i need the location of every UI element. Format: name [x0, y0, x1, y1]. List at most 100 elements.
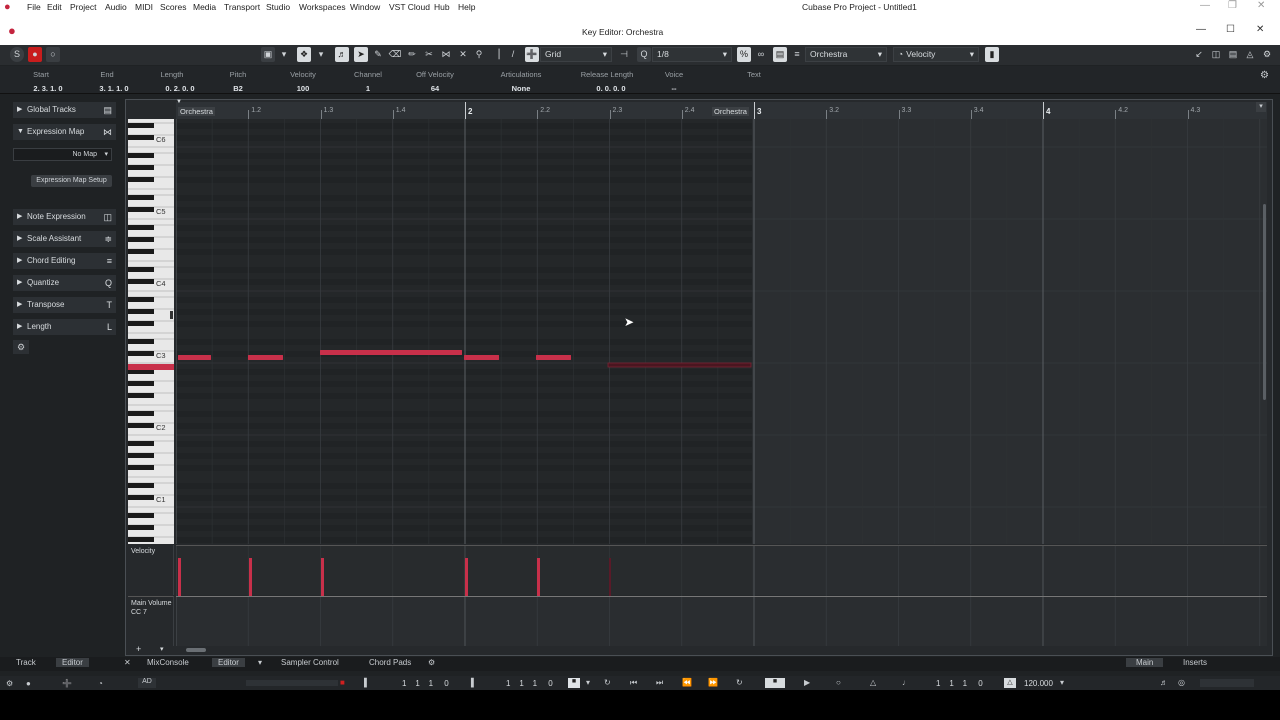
- info-value-channel[interactable]: 1: [348, 84, 388, 93]
- grid-type-select[interactable]: Grid ▾: [540, 47, 612, 62]
- record-mode-icon[interactable]: ●: [26, 679, 31, 688]
- scrollbar-thumb[interactable]: [186, 648, 206, 652]
- menu-studio[interactable]: Studio: [266, 2, 290, 12]
- menu-help[interactable]: Help: [458, 2, 475, 12]
- precount-icon[interactable]: ◔: [98, 679, 103, 688]
- time-display[interactable]: 1 1 1 0: [936, 679, 983, 688]
- tab-inserts[interactable]: Inserts: [1183, 658, 1207, 667]
- lock-icon[interactable]: ■: [568, 678, 580, 688]
- menu-workspaces[interactable]: Workspaces: [299, 2, 346, 12]
- info-value-end[interactable]: 3. 1. 1. 0: [88, 84, 140, 93]
- collapse-icon[interactable]: ↙: [1192, 47, 1206, 62]
- left-locator-position[interactable]: 1 1 1 0: [402, 679, 449, 688]
- snap-icon[interactable]: ❖: [297, 47, 311, 62]
- info-value-off-velocity[interactable]: 64: [410, 84, 460, 93]
- menu-vst-cloud[interactable]: VST Cloud: [389, 2, 430, 12]
- menu-edit[interactable]: Edit: [47, 2, 62, 12]
- note-grid[interactable]: [176, 119, 1267, 544]
- menu-window[interactable]: Window: [350, 2, 380, 12]
- link-icon[interactable]: ∞: [754, 47, 768, 62]
- stop-button[interactable]: ■: [765, 678, 785, 688]
- chevron-down-icon[interactable]: ▾: [316, 47, 326, 62]
- quantize-icon[interactable]: Q: [637, 47, 651, 62]
- settings-icon[interactable]: ⚙: [6, 679, 13, 688]
- ad-button[interactable]: AD: [138, 678, 156, 688]
- lower-zone-icon[interactable]: ▤: [1226, 47, 1240, 62]
- menu-audio[interactable]: Audio: [105, 2, 127, 12]
- chevron-down-icon[interactable]: ▾: [258, 658, 262, 667]
- horizontal-scrollbar[interactable]: + ▾: [128, 644, 1268, 654]
- info-value-release-length[interactable]: 0. 0. 0. 0: [582, 84, 640, 93]
- audio-performance-icon[interactable]: ♬: [1160, 678, 1168, 687]
- gear-icon[interactable]: ⚙: [428, 658, 435, 667]
- bars-icon[interactable]: ▮: [985, 47, 999, 62]
- minimize-icon[interactable]: —: [1200, 0, 1210, 11]
- menu-media[interactable]: Media: [193, 2, 216, 12]
- close-icon[interactable]: ✕: [1257, 0, 1265, 11]
- right-zone-icon[interactable]: ◬: [1243, 47, 1257, 62]
- right-locator-icon[interactable]: ▐: [468, 678, 474, 687]
- tab-mixconsole[interactable]: MixConsole: [147, 658, 189, 667]
- cc-lane-header[interactable]: Main Volume CC 7: [128, 596, 174, 646]
- acoustic-feedback-icon[interactable]: ○: [46, 47, 60, 62]
- auto-scroll-icon[interactable]: ▣: [261, 47, 275, 62]
- pointer-tool-icon[interactable]: ➤: [354, 47, 368, 62]
- chord-editing-section[interactable]: ▶ Chord Editing ≡: [13, 253, 116, 269]
- speaker-icon[interactable]: ♬: [335, 47, 349, 62]
- cubase-logo-icon[interactable]: ●: [4, 2, 14, 13]
- expression-map-select[interactable]: No Map ▾: [13, 148, 112, 161]
- info-value-length[interactable]: 0. 2. 0. 0: [154, 84, 206, 93]
- gear-icon[interactable]: ⚙: [13, 340, 29, 354]
- gear-icon[interactable]: ⚙: [1260, 70, 1269, 81]
- controller-select[interactable]: ◔ Velocity ▾: [893, 47, 979, 62]
- tab-track[interactable]: Track: [16, 658, 36, 667]
- velocity-lane[interactable]: [175, 545, 1267, 596]
- tab-chord-pads[interactable]: Chord Pads: [369, 658, 411, 667]
- chevron-down-icon[interactable]: ▾: [1256, 102, 1266, 112]
- iterative-quantize-icon[interactable]: %: [737, 47, 751, 62]
- gear-icon[interactable]: ⚙: [1260, 47, 1274, 62]
- info-value-articulations[interactable]: None: [493, 84, 549, 93]
- info-value-pitch[interactable]: B2: [223, 84, 253, 93]
- track-select[interactable]: Orchestra ▾: [805, 47, 887, 62]
- note-grid-canvas[interactable]: [176, 119, 1267, 544]
- line-tool-icon[interactable]: ▕: [489, 47, 503, 62]
- close-icon[interactable]: ✕: [124, 658, 131, 667]
- punch-icon[interactable]: ➕: [62, 679, 72, 688]
- chevron-down-icon[interactable]: ▾: [160, 645, 164, 653]
- disk-icon[interactable]: ◎: [1178, 678, 1185, 687]
- note-icon[interactable]: ♩: [902, 678, 910, 687]
- tab-sampler-control[interactable]: Sampler Control: [281, 658, 339, 667]
- add-lane-icon[interactable]: +: [136, 644, 141, 654]
- menu-file[interactable]: File: [27, 2, 41, 12]
- pencil-icon[interactable]: /: [506, 47, 520, 62]
- tab-editor[interactable]: Editor: [56, 658, 89, 667]
- right-locator-position[interactable]: 1 1 1 0: [506, 679, 553, 688]
- info-value-voice[interactable]: --: [659, 84, 689, 93]
- length-section[interactable]: ▶ Length L: [13, 319, 116, 335]
- ruler[interactable]: ▼ Orchestra Orchestra 1.2 1.3 1.4 2 2.2 2.3 2.…: [176, 99, 1267, 119]
- zoom-tool-icon[interactable]: ⚲: [472, 47, 486, 62]
- play-button[interactable]: ▶: [804, 678, 810, 687]
- cycle-icon[interactable]: ↻: [736, 678, 743, 687]
- velocity-lane-canvas[interactable]: [175, 546, 1267, 596]
- maximize-icon[interactable]: ☐: [1226, 24, 1235, 35]
- menu-scores[interactable]: Scores: [160, 2, 186, 12]
- global-tracks-section[interactable]: ▶ Global Tracks ▤: [13, 102, 116, 118]
- left-zone-icon[interactable]: ◫: [1209, 47, 1223, 62]
- tab-main[interactable]: Main: [1126, 658, 1164, 667]
- cc-lane[interactable]: [175, 596, 1267, 647]
- minimize-icon[interactable]: —: [1196, 24, 1206, 35]
- erase-tool-icon[interactable]: ⌫: [388, 47, 402, 62]
- note-expression-section[interactable]: ▶ Note Expression ◫: [13, 209, 116, 225]
- piano-keys[interactable]: [128, 119, 174, 544]
- menu-transport[interactable]: Transport: [224, 2, 260, 12]
- left-locator-icon[interactable]: ▼: [176, 99, 184, 105]
- trim-tool-icon[interactable]: ✏: [405, 47, 419, 62]
- left-locator-icon[interactable]: ▌: [364, 678, 370, 687]
- snap-mode-icon[interactable]: ⊣: [617, 47, 631, 62]
- tab-editor-2[interactable]: Editor: [212, 658, 245, 667]
- vertical-scrollbar[interactable]: [1263, 204, 1266, 400]
- solo-editor-icon[interactable]: S: [10, 47, 24, 62]
- rewind-icon[interactable]: ⏪: [682, 678, 692, 687]
